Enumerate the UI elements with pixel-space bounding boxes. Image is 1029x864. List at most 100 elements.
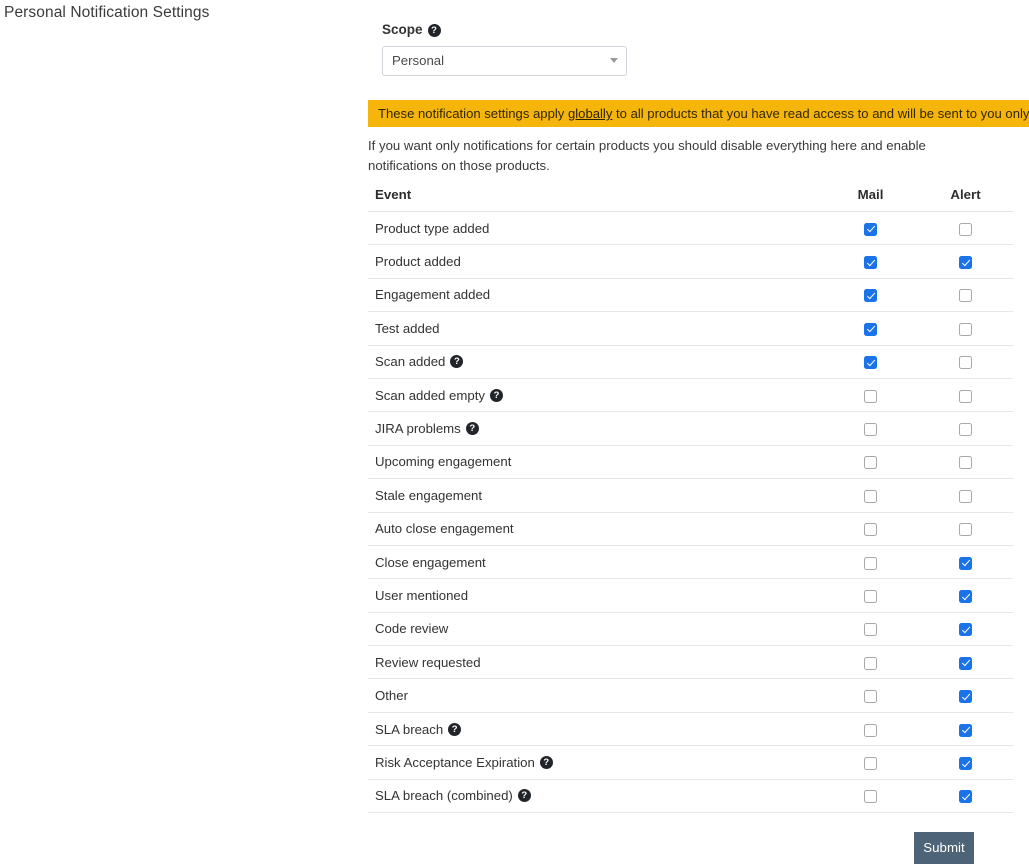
alert-checkbox[interactable] — [959, 289, 972, 302]
alert-cell — [918, 479, 1013, 512]
mail-checkbox[interactable] — [864, 590, 877, 603]
mail-checkbox[interactable] — [864, 223, 877, 236]
event-label-wrapper: Other — [375, 688, 408, 703]
alert-cell — [918, 312, 1013, 345]
mail-cell — [823, 779, 918, 812]
globally-link[interactable]: globally — [568, 106, 612, 121]
table-row: Scan added? — [368, 345, 1013, 378]
alert-checkbox[interactable] — [959, 757, 972, 770]
banner-text-after: to all products that you have read acces… — [612, 106, 1029, 121]
alert-checkbox[interactable] — [959, 623, 972, 636]
event-name-cell: Scan added? — [368, 345, 823, 378]
scope-select[interactable]: Personal — [382, 46, 627, 76]
global-scope-banner: These notification settings apply global… — [368, 100, 1029, 127]
event-label-wrapper: Auto close engagement — [375, 521, 514, 536]
alert-checkbox[interactable] — [959, 423, 972, 436]
scope-select-wrapper[interactable]: Personal — [382, 46, 627, 76]
event-label: Stale engagement — [375, 488, 482, 503]
mail-checkbox[interactable] — [864, 657, 877, 670]
event-name-cell: SLA breach (combined)? — [368, 779, 823, 812]
mail-checkbox[interactable] — [864, 623, 877, 636]
mail-checkbox[interactable] — [864, 724, 877, 737]
table-row: Risk Acceptance Expiration? — [368, 746, 1013, 779]
mail-cell — [823, 646, 918, 679]
alert-cell — [918, 612, 1013, 645]
alert-cell — [918, 345, 1013, 378]
help-circle-icon[interactable]: ? — [448, 723, 461, 736]
event-name-cell: Product added — [368, 245, 823, 278]
mail-checkbox[interactable] — [864, 256, 877, 269]
mail-checkbox[interactable] — [864, 390, 877, 403]
submit-button[interactable]: Submit — [914, 832, 974, 864]
alert-checkbox[interactable] — [959, 657, 972, 670]
event-label: Product added — [375, 254, 461, 269]
help-circle-icon[interactable]: ? — [428, 24, 441, 37]
mail-cell — [823, 278, 918, 311]
alert-checkbox[interactable] — [959, 690, 972, 703]
alert-checkbox[interactable] — [959, 256, 972, 269]
event-name-cell: Scan added empty? — [368, 378, 823, 411]
mail-checkbox[interactable] — [864, 289, 877, 302]
help-circle-icon[interactable]: ? — [466, 422, 479, 435]
event-name-cell: Auto close engagement — [368, 512, 823, 545]
alert-cell — [918, 746, 1013, 779]
alert-checkbox[interactable] — [959, 523, 972, 536]
mail-checkbox[interactable] — [864, 557, 877, 570]
alert-checkbox[interactable] — [959, 390, 972, 403]
alert-cell — [918, 779, 1013, 812]
alert-checkbox[interactable] — [959, 724, 972, 737]
table-row: User mentioned — [368, 579, 1013, 612]
mail-checkbox[interactable] — [864, 490, 877, 503]
event-label-wrapper: SLA breach? — [375, 722, 461, 737]
banner-text-before: These notification settings apply — [378, 106, 568, 121]
alert-checkbox[interactable] — [959, 590, 972, 603]
alert-checkbox[interactable] — [959, 790, 972, 803]
mail-checkbox[interactable] — [864, 323, 877, 336]
event-label-wrapper: Engagement added — [375, 287, 490, 302]
help-circle-icon[interactable]: ? — [490, 389, 503, 402]
event-label: Scan added empty — [375, 388, 485, 403]
mail-cell — [823, 378, 918, 411]
table-row: Product type added — [368, 212, 1013, 245]
event-label-wrapper: Risk Acceptance Expiration? — [375, 755, 553, 770]
alert-checkbox[interactable] — [959, 456, 972, 469]
event-label-wrapper: Product type added — [375, 221, 489, 236]
event-name-cell: Review requested — [368, 646, 823, 679]
event-label-wrapper: Product added — [375, 254, 461, 269]
mail-checkbox[interactable] — [864, 423, 877, 436]
alert-checkbox[interactable] — [959, 323, 972, 336]
mail-cell — [823, 512, 918, 545]
mail-checkbox[interactable] — [864, 757, 877, 770]
table-row: Stale engagement — [368, 479, 1013, 512]
mail-checkbox[interactable] — [864, 690, 877, 703]
alert-checkbox[interactable] — [959, 557, 972, 570]
table-header-row: Event Mail Alert — [368, 182, 1013, 212]
event-name-cell: Test added — [368, 312, 823, 345]
mail-checkbox[interactable] — [864, 356, 877, 369]
event-label: JIRA problems — [375, 421, 461, 436]
alert-checkbox[interactable] — [959, 356, 972, 369]
help-circle-icon[interactable]: ? — [450, 355, 463, 368]
alert-checkbox[interactable] — [959, 490, 972, 503]
alert-checkbox[interactable] — [959, 223, 972, 236]
mail-checkbox[interactable] — [864, 456, 877, 469]
event-label: Engagement added — [375, 287, 490, 302]
mail-cell — [823, 479, 918, 512]
mail-checkbox[interactable] — [864, 523, 877, 536]
mail-cell — [823, 612, 918, 645]
event-label: Product type added — [375, 221, 489, 236]
event-label-wrapper: Test added — [375, 321, 440, 336]
mail-cell — [823, 746, 918, 779]
help-circle-icon[interactable]: ? — [540, 756, 553, 769]
mail-cell — [823, 245, 918, 278]
explanation-text: If you want only notifications for certa… — [368, 136, 996, 175]
table-row: Review requested — [368, 646, 1013, 679]
event-label: User mentioned — [375, 588, 468, 603]
event-label-wrapper: Code review — [375, 621, 448, 636]
event-name-cell: Stale engagement — [368, 479, 823, 512]
event-label: Review requested — [375, 655, 481, 670]
mail-checkbox[interactable] — [864, 790, 877, 803]
alert-cell — [918, 245, 1013, 278]
help-circle-icon[interactable]: ? — [518, 789, 531, 802]
column-header-alert: Alert — [918, 182, 1013, 212]
